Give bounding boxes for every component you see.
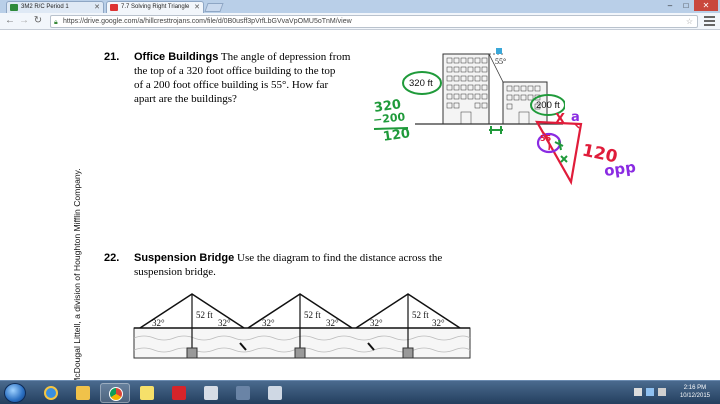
problem-22-title: Suspension Bridge	[134, 252, 235, 264]
suspension-bridge-figure: 52 ft 52 ft 52 ft 32° 32° 32° 32° 32° 32…	[133, 293, 471, 359]
app-icon	[268, 386, 282, 400]
taskbar-app-7[interactable]	[228, 383, 258, 403]
app-icon	[204, 386, 218, 400]
folder-icon	[76, 386, 90, 400]
forward-arrow-icon[interactable]: →	[18, 15, 30, 27]
taskbar-ie[interactable]	[36, 383, 66, 403]
problem-21-title: Office Buildings	[134, 51, 219, 63]
hand-120-result: 120	[382, 126, 412, 145]
angle-label-4: 32°	[326, 318, 339, 328]
hand-angle-55: 55	[540, 134, 552, 143]
problem-21-text: Office Buildings The angle of depression…	[134, 50, 404, 106]
tab-3m2[interactable]: 3M2 R/C Period 1 ✕	[6, 1, 104, 13]
hand-a: a	[571, 110, 580, 125]
angle-55-label: 55°	[495, 57, 506, 66]
new-tab-button[interactable]	[204, 3, 224, 12]
pdf-page: © by McDougal Littell, a division of Hou…	[0, 30, 720, 380]
close-tab-icon[interactable]: ✕	[194, 2, 200, 13]
lock-icon: 🔒︎	[54, 19, 58, 26]
browser-toolbar: ← → ↻ 🔒︎ https://drive.google.com/a/hill…	[0, 13, 720, 30]
short-building-label: 200 ft	[536, 100, 560, 111]
tab-strip: 3M2 R/C Period 1 ✕ 7.7 Solving Right Tri…	[0, 0, 720, 13]
distance-mark	[489, 126, 503, 134]
menu-icon[interactable]	[704, 16, 715, 27]
angle-label-1: 32°	[152, 318, 165, 328]
taskbar-app-8[interactable]	[260, 383, 290, 403]
clock-date: 10/12/2015	[679, 393, 710, 399]
angle-label-5: 32°	[370, 318, 383, 328]
start-button[interactable]	[4, 383, 26, 403]
problem-22-line-2: suspension bridge.	[134, 266, 216, 278]
notes-icon	[140, 386, 154, 400]
angle-label-2: 32°	[218, 318, 231, 328]
tall-building	[442, 53, 490, 125]
maximize-button[interactable]: □	[678, 0, 694, 11]
close-tab-icon[interactable]: ✕	[94, 2, 100, 13]
problem-21-number: 21.	[104, 51, 120, 63]
tall-building-label: 320 ft	[409, 78, 433, 89]
acrobat-icon	[172, 386, 186, 400]
problem-21-line-1: The angle of depression from	[220, 51, 351, 63]
tab-solving-right-triangles[interactable]: 7.7 Solving Right Triangle ✕	[106, 1, 204, 13]
internet-explorer-icon	[44, 386, 58, 400]
back-arrow-icon[interactable]: ←	[4, 15, 16, 27]
classroom-icon	[10, 4, 18, 11]
problem-21-line-2: the top of a 320 foot office building to…	[134, 65, 336, 77]
tower-3-height: 52 ft	[412, 310, 429, 320]
angle-label-6: 32°	[432, 318, 445, 328]
address-bar[interactable]: 🔒︎ https://drive.google.com/a/hillcrestt…	[50, 15, 698, 28]
tab-label: 7.7 Solving Right Triangle	[121, 4, 190, 10]
taskbar-clock[interactable]: 2:16 PM 10/12/2015	[680, 384, 710, 400]
problem-21-line-3: of a 200 foot office building is 55°. Ho…	[134, 79, 329, 91]
problem-22-number: 22.	[104, 252, 120, 264]
hand-x: X	[555, 112, 566, 127]
taskbar-app-6[interactable]	[196, 383, 226, 403]
taskbar-explorer[interactable]	[68, 383, 98, 403]
tab-label: 3M2 R/C Period 1	[21, 4, 69, 10]
taskbar-chrome[interactable]	[100, 383, 130, 403]
minimize-button[interactable]: –	[662, 0, 678, 11]
clock-time: 2:16 PM	[683, 385, 707, 391]
close-window-button[interactable]: ✕	[694, 0, 718, 11]
problem-22-line-1: Use the diagram to find the distance acr…	[237, 252, 443, 264]
windows-taskbar: 2:16 PM 10/12/2015	[0, 380, 720, 404]
taskbar-acrobat[interactable]	[164, 383, 194, 403]
pdf-icon	[110, 4, 118, 11]
angle-label-3: 32°	[262, 318, 275, 328]
problem-22-text: Suspension Bridge Use the diagram to fin…	[134, 251, 504, 279]
angle-marker	[496, 48, 502, 54]
chrome-icon	[109, 387, 123, 401]
tower-1-height: 52 ft	[196, 310, 213, 320]
tray-flag-icon[interactable]	[634, 388, 642, 396]
tray-network-icon[interactable]	[646, 388, 654, 396]
problem-21-line-4: apart are the buildings?	[134, 93, 237, 105]
tray-volume-icon[interactable]	[658, 388, 666, 396]
tower-2-height: 52 ft	[304, 310, 321, 320]
reload-icon[interactable]: ↻	[32, 15, 44, 27]
app-icon	[236, 386, 250, 400]
bookmark-star-icon[interactable]: ☆	[686, 16, 693, 27]
taskbar-notes[interactable]	[132, 383, 162, 403]
copyright-notice: © by McDougal Littell, a division of Hou…	[72, 168, 82, 380]
url-text: https://drive.google.com/a/hillcresttroj…	[63, 18, 352, 25]
